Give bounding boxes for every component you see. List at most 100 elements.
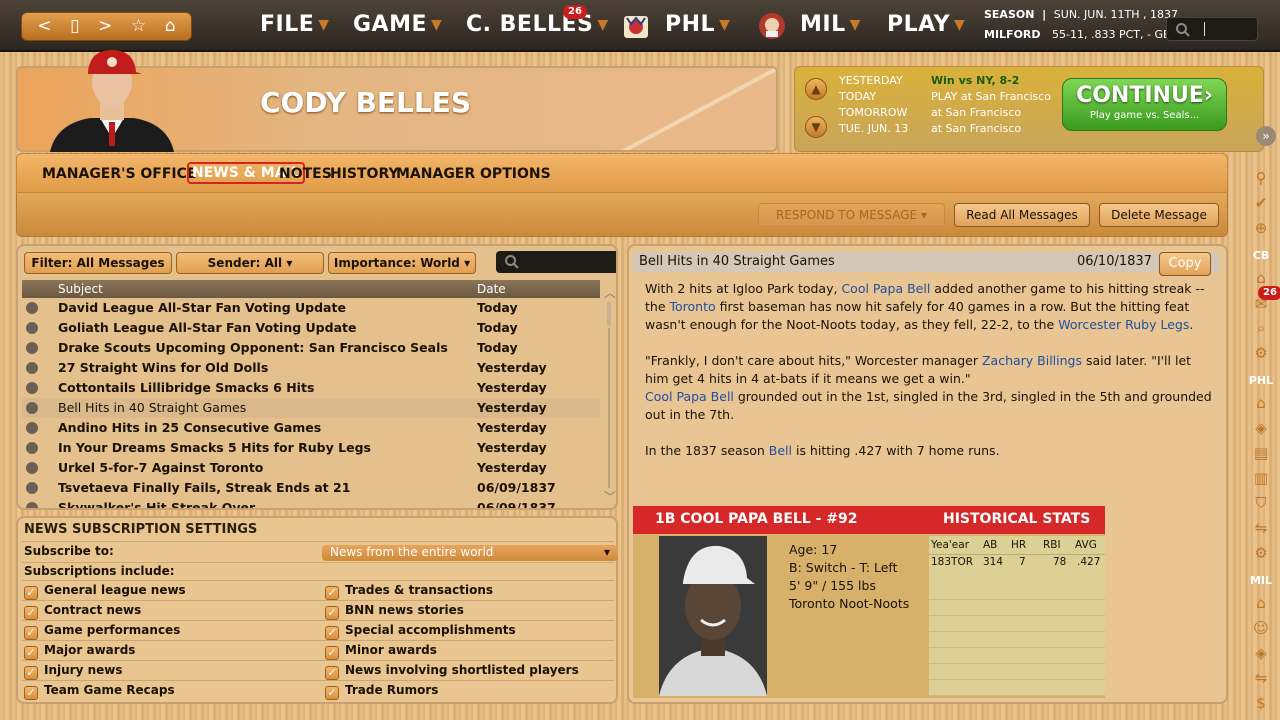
team-label: MILFORD bbox=[984, 28, 1041, 41]
checkbox-game-perf[interactable]: ✓ bbox=[24, 626, 38, 640]
star-icon[interactable]: ☆ bbox=[131, 18, 146, 35]
team-link[interactable]: Toronto bbox=[670, 299, 716, 314]
swap-icon[interactable]: ⇋ bbox=[1251, 668, 1271, 688]
list-item[interactable]: In Your Dreams Smacks 5 Hits for Ruby Le… bbox=[22, 438, 600, 458]
chevron-down-icon[interactable]: ﹀ bbox=[604, 488, 616, 505]
importance-dropdown[interactable]: Importance: World ▾ bbox=[328, 252, 476, 274]
chevron-down-icon: ▼ bbox=[431, 17, 443, 33]
bar-chart-icon[interactable]: ▥ bbox=[1251, 468, 1271, 488]
player-link[interactable]: Cool Papa Bell bbox=[841, 281, 930, 296]
manager-link[interactable]: Zachary Billings bbox=[982, 353, 1082, 368]
roster-icon[interactable]: ☺ bbox=[1251, 618, 1271, 638]
device-icon[interactable]: ▯ bbox=[70, 18, 79, 35]
list-item[interactable]: 27 Straight Wins for Old Dolls Yesterday bbox=[22, 358, 600, 378]
tag-icon[interactable]: ◈ bbox=[1251, 418, 1271, 438]
read-all-button[interactable]: Read All Messages bbox=[954, 203, 1090, 227]
read-status-icon bbox=[26, 502, 38, 508]
player-age: Age: 17 bbox=[789, 542, 838, 557]
continue-button[interactable]: CONTINUE› Play game vs. Seals... bbox=[1062, 78, 1227, 131]
list-item[interactable]: David League All-Star Fan Voting Update T… bbox=[22, 298, 600, 318]
tab-managers-office[interactable]: MANAGER'S OFFICE bbox=[42, 166, 196, 182]
menu-team[interactable]: C. BELLES ▼ bbox=[466, 12, 609, 37]
player-link[interactable]: Cool Papa Bell bbox=[645, 389, 734, 404]
checkbox-major-awards[interactable]: ✓ bbox=[24, 646, 38, 660]
list-item[interactable]: Andino Hits in 25 Consecutive Games Yeste… bbox=[22, 418, 600, 438]
home-icon[interactable]: ⌂ bbox=[1251, 593, 1271, 613]
location-pin-icon[interactable]: ⚲ bbox=[1251, 168, 1271, 188]
home-icon[interactable]: ⌂ bbox=[1251, 268, 1271, 288]
schedule-down-button[interactable]: ▼ bbox=[805, 116, 827, 138]
checkbox-injury[interactable]: ✓ bbox=[24, 666, 38, 680]
player-title[interactable]: 1B COOL PAPA BELL - #92 bbox=[655, 511, 858, 527]
list-item[interactable]: Urkel 5-for-7 Against Toronto Yesterday bbox=[22, 458, 600, 478]
read-status-icon bbox=[26, 302, 38, 314]
checkbox-shortlisted[interactable]: ✓ bbox=[325, 666, 339, 680]
list-item[interactable]: Drake Scouts Upcoming Opponent: San Fran… bbox=[22, 338, 600, 358]
menu-game[interactable]: GAME ▼ bbox=[353, 12, 442, 37]
tab-notes[interactable]: NOTES bbox=[279, 166, 332, 182]
menu-play[interactable]: PLAY ▼ bbox=[887, 12, 965, 37]
player-photo bbox=[659, 536, 767, 696]
scroll-thumb[interactable] bbox=[607, 302, 611, 326]
search-icon[interactable]: ⌕ bbox=[1251, 318, 1271, 338]
sender-dropdown[interactable]: Sender: All ▾ bbox=[176, 252, 324, 274]
home-icon[interactable]: ⌂ bbox=[165, 18, 176, 35]
menu-phl[interactable]: PHL ▼ bbox=[665, 12, 730, 37]
home-icon[interactable]: ⌂ bbox=[1251, 393, 1271, 413]
list-search-input[interactable] bbox=[496, 251, 616, 273]
season-date: SUN. JUN. 11TH , 1837 bbox=[1053, 8, 1179, 21]
list-item[interactable]: Cottontails Lillibridge Smacks 6 Hits Yes… bbox=[22, 378, 600, 398]
stat-cell: 314 bbox=[983, 556, 1004, 568]
tab-manager-options[interactable]: MANAGER OPTIONS bbox=[396, 166, 551, 182]
player-link[interactable]: Bell bbox=[769, 443, 792, 458]
scroll-track[interactable] bbox=[608, 328, 610, 488]
check-icon[interactable]: ✔ bbox=[1251, 193, 1271, 213]
chevron-right-icon: › bbox=[1203, 83, 1213, 108]
gear-icon[interactable]: ⚙ bbox=[1251, 543, 1271, 563]
swap-icon[interactable]: ⇋ bbox=[1251, 518, 1271, 538]
expand-rail-icon[interactable]: » bbox=[1256, 126, 1276, 146]
checkbox-special[interactable]: ✓ bbox=[325, 626, 339, 640]
checkbox-contract[interactable]: ✓ bbox=[24, 606, 38, 620]
checkbox-rumors[interactable]: ✓ bbox=[325, 686, 339, 700]
delete-message-button[interactable]: Delete Message bbox=[1099, 203, 1219, 227]
list-item[interactable]: Goliath League All-Star Fan Voting Updat… bbox=[22, 318, 600, 338]
list-item[interactable]: Tsvetaeva Finally Fails, Streak Ends at … bbox=[22, 478, 600, 498]
globe-icon[interactable]: ⊕ bbox=[1251, 218, 1271, 238]
search-icon bbox=[1176, 23, 1190, 37]
column-date[interactable]: Date bbox=[477, 282, 506, 296]
dollar-icon[interactable]: $ bbox=[1251, 693, 1271, 713]
card-icon[interactable]: ▤ bbox=[1251, 443, 1271, 463]
respond-button[interactable]: RESPOND TO MESSAGE ▾ bbox=[758, 203, 945, 227]
top-bar: < ▯ > ☆ ⌂ FILE ▼ GAME ▼ C. BELLES ▼ 26 PHL ▼… bbox=[0, 0, 1280, 52]
filter-label: Filter: All Messages bbox=[31, 256, 165, 270]
divider bbox=[22, 562, 614, 563]
gear-icon[interactable]: ⚙ bbox=[1251, 343, 1271, 363]
back-arrow-icon[interactable]: < bbox=[37, 18, 51, 35]
checkbox-bnn[interactable]: ✓ bbox=[325, 606, 339, 620]
chevron-up-icon[interactable]: ︿ bbox=[604, 284, 616, 301]
list-item[interactable]: Skywalker's Hit Streak Over 06/09/1837 bbox=[22, 498, 600, 508]
list-item-selected[interactable]: Bell Hits in 40 Straight Games Yesterday bbox=[22, 398, 600, 418]
filter-dropdown[interactable]: Filter: All Messages bbox=[24, 252, 172, 274]
checkbox-general[interactable]: ✓ bbox=[24, 586, 38, 600]
forward-arrow-icon[interactable]: > bbox=[98, 18, 112, 35]
top-search-input[interactable] bbox=[1166, 17, 1258, 41]
copy-button[interactable]: Copy bbox=[1159, 252, 1211, 276]
list-scrollbar[interactable]: ︿ ﹀ bbox=[602, 284, 616, 506]
checkbox-recaps[interactable]: ✓ bbox=[24, 686, 38, 700]
checkbox-minor-awards[interactable]: ✓ bbox=[325, 646, 339, 660]
divider bbox=[22, 680, 614, 681]
menu-mil[interactable]: MIL ▼ bbox=[800, 12, 861, 37]
column-subject[interactable]: Subject bbox=[58, 282, 103, 296]
schedule-up-button[interactable]: ▲ bbox=[805, 78, 827, 100]
menu-file[interactable]: FILE ▼ bbox=[260, 12, 330, 37]
subscribe-dropdown[interactable]: News from the entire world ▾ bbox=[322, 545, 618, 561]
bat-decoration bbox=[621, 68, 776, 150]
checkbox-trades[interactable]: ✓ bbox=[325, 586, 339, 600]
shield-icon[interactable]: ⛉ bbox=[1251, 493, 1271, 513]
chevron-down-icon: ▾ bbox=[286, 256, 293, 270]
tab-history[interactable]: HISTORY bbox=[330, 166, 399, 182]
team-link[interactable]: Worcester Ruby Legs bbox=[1058, 317, 1189, 332]
tag-icon[interactable]: ◈ bbox=[1251, 643, 1271, 663]
